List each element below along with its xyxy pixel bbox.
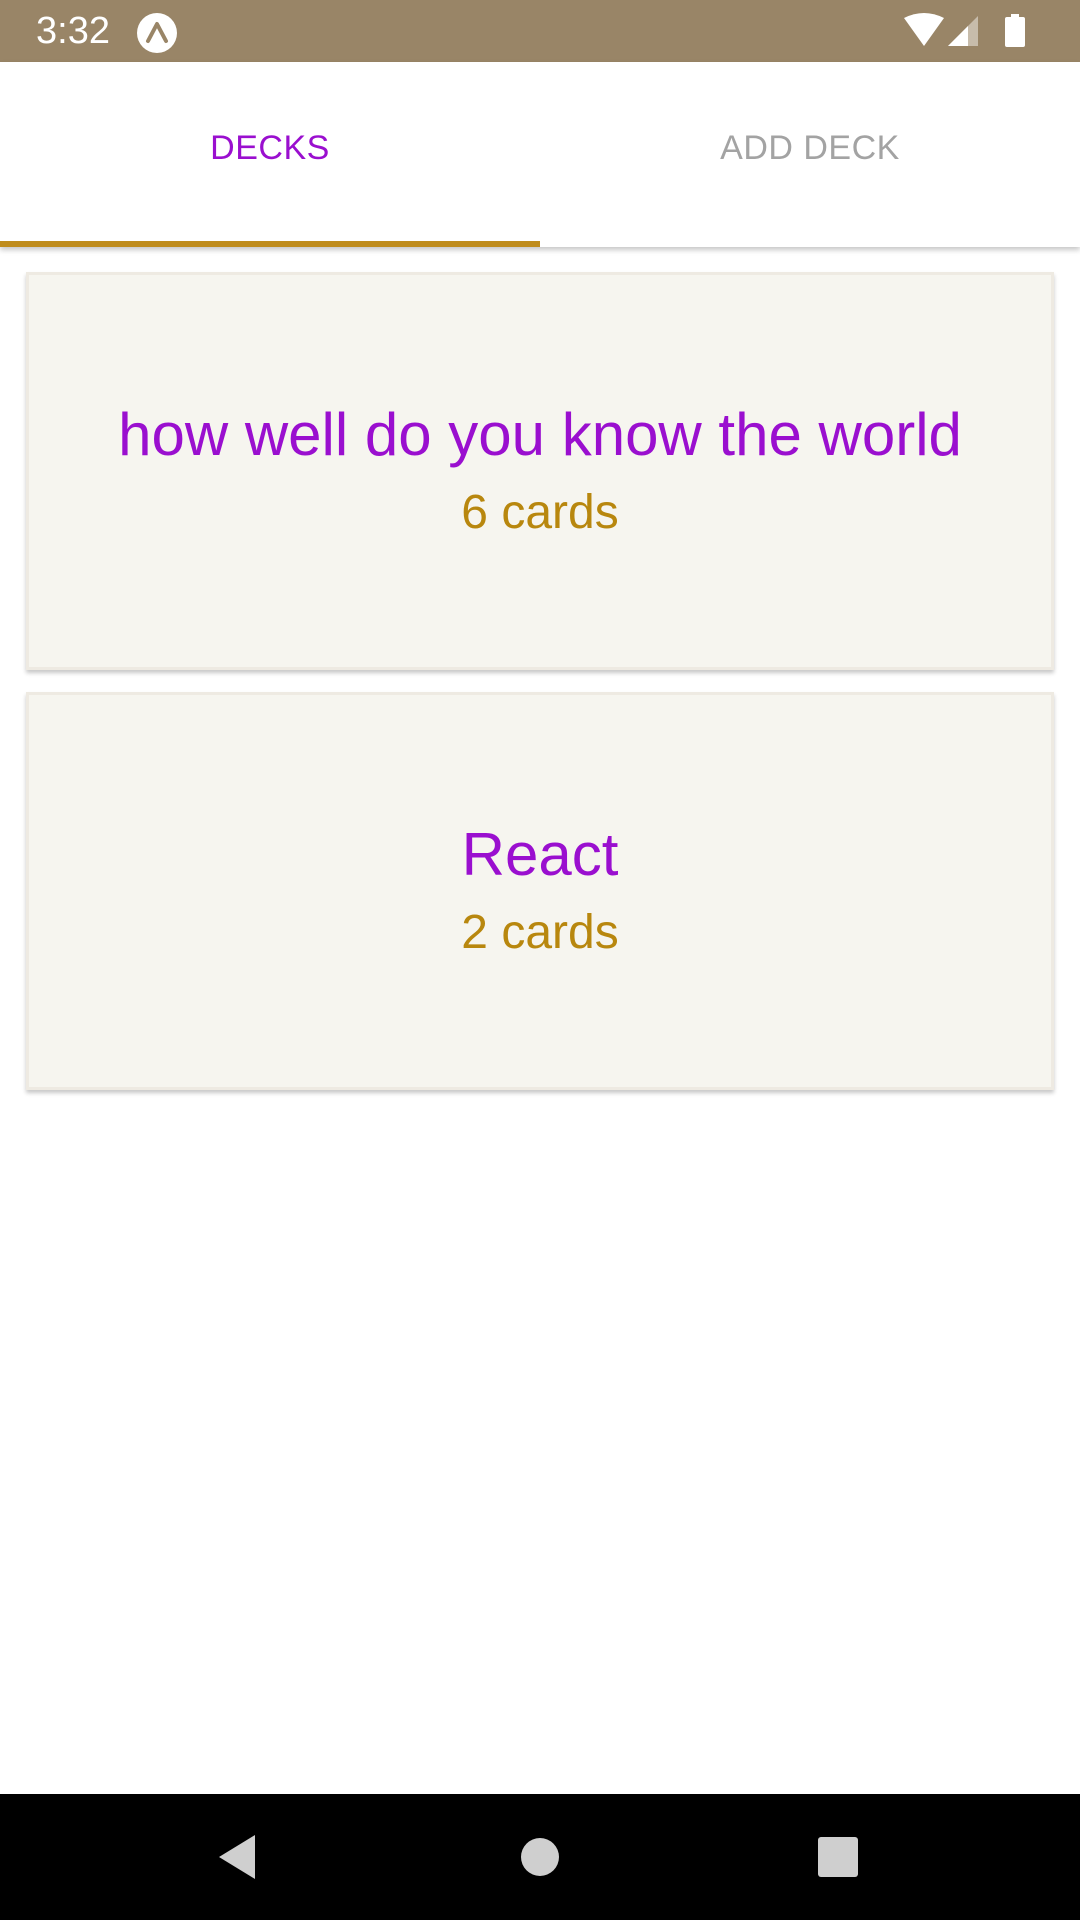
back-icon[interactable]	[209, 1827, 269, 1887]
deck-title: how well do you know the world	[118, 401, 962, 468]
battery-icon	[1005, 14, 1025, 47]
status-bar: 3:32	[0, 0, 1080, 62]
status-time: 3:32	[36, 10, 110, 52]
deck-title: React	[461, 821, 619, 888]
navigation-bar	[0, 1794, 1080, 1920]
recent-apps-icon[interactable]	[808, 1827, 868, 1887]
status-icons	[904, 12, 1044, 52]
tab-decks[interactable]: DECKS	[0, 62, 540, 247]
deck-card[interactable]: how well do you know the world 6 cards	[26, 272, 1054, 670]
deck-card-count: 6 cards	[461, 486, 619, 539]
wifi-icon	[904, 13, 944, 46]
tab-add-deck-label: ADD DECK	[720, 129, 900, 167]
tab-bar: DECKS ADD DECK	[0, 62, 1080, 247]
home-icon[interactable]	[510, 1827, 570, 1887]
tab-decks-label: DECKS	[210, 129, 330, 167]
expo-icon	[137, 13, 177, 53]
tab-indicator	[0, 241, 540, 247]
deck-card[interactable]: React 2 cards	[26, 692, 1054, 1090]
cellular-signal-icon	[948, 16, 978, 46]
tab-add-deck[interactable]: ADD DECK	[540, 62, 1080, 247]
deck-card-count: 2 cards	[461, 906, 619, 959]
